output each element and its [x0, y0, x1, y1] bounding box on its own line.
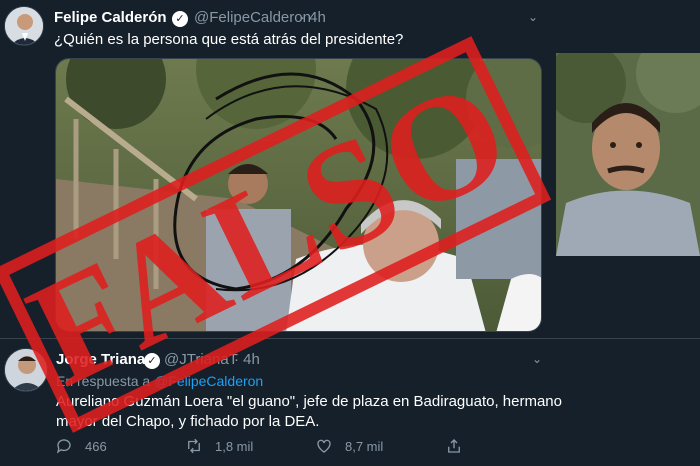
tweet-actions: 466 1,8 mil 8,7 mil	[55, 435, 515, 457]
avatar[interactable]	[4, 348, 48, 392]
tweet-time[interactable]: · 4h	[300, 9, 326, 26]
in-reply-to: En respuesta a @FelipeCalderon	[56, 373, 263, 389]
reply-text-line-2: mayor del Chapo, y fichado por la DEA.	[56, 413, 320, 430]
like-button[interactable]: 8,7 mil	[315, 435, 383, 457]
share-button[interactable]	[445, 435, 475, 457]
retweet-count: 1,8 mil	[215, 438, 254, 454]
original-tweet[interactable]: Felipe Calderón ✓ @FelipeCalderon · 4h ⌄…	[0, 0, 700, 338]
share-icon	[448, 439, 460, 453]
in-reply-handle-link[interactable]: @FelipeCalderon	[154, 373, 263, 389]
reply-text-line-1: Aureliano Guzmán Loera "el guano", jefe …	[56, 393, 562, 410]
reply-count: 466	[85, 438, 107, 454]
author-name[interactable]: Felipe Calderón	[54, 9, 167, 26]
chevron-down-icon[interactable]: ⌄	[532, 352, 542, 366]
tweet-text: ¿Quién es la persona que está atrás del …	[54, 31, 404, 48]
avatar[interactable]	[4, 6, 44, 46]
chevron-down-icon[interactable]: ⌄	[528, 10, 538, 24]
divider	[0, 338, 700, 339]
verified-badge-icon: ✓	[172, 11, 188, 27]
like-count: 8,7 mil	[345, 438, 384, 454]
retweet-button[interactable]: 1,8 mil	[185, 435, 253, 457]
reply-icon	[56, 439, 71, 454]
verified-badge-icon: ✓	[144, 353, 160, 369]
reply-button[interactable]: 466	[55, 435, 107, 457]
closeup-photo	[556, 53, 700, 256]
author-handle[interactable]: @FelipeCalderon	[194, 9, 311, 26]
retweet-icon	[188, 438, 200, 454]
heart-icon	[317, 439, 331, 453]
in-reply-prefix: En respuesta a	[56, 373, 151, 389]
reply-author-handle[interactable]: @JTrianaT	[164, 351, 238, 368]
tweet-photo[interactable]	[55, 58, 542, 332]
reply-author-name[interactable]: Jorge Triana	[56, 351, 145, 368]
reply-time[interactable]: · 4h	[234, 351, 260, 368]
